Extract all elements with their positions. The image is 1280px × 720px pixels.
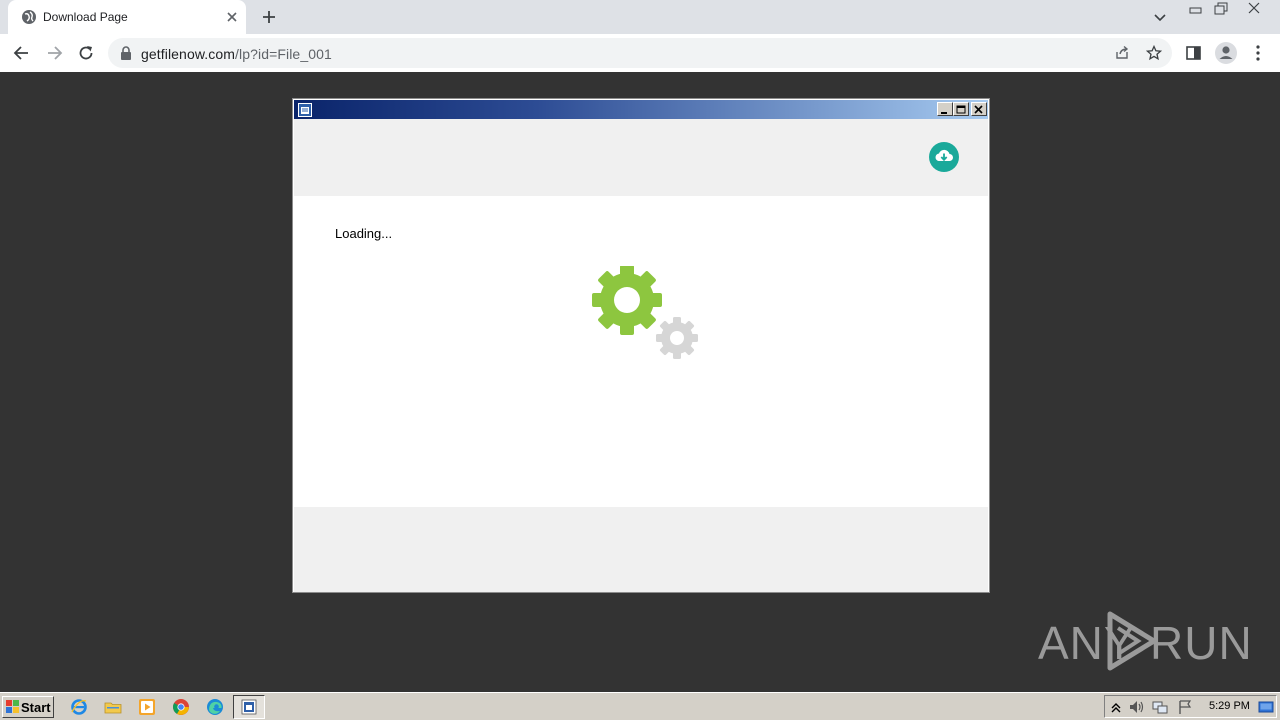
url-text[interactable]: getfilenow.com/lp?id=File_001: [141, 46, 332, 62]
network-icon[interactable]: [1152, 699, 1168, 715]
action-center-flag-icon[interactable]: [1177, 699, 1193, 715]
window-close-button[interactable]: [971, 102, 987, 116]
forward-arrow-icon[interactable]: [44, 43, 64, 63]
new-tab-icon[interactable]: [260, 8, 278, 26]
loading-status-text: Loading...: [335, 226, 393, 241]
edge-icon[interactable]: [206, 698, 224, 716]
url-path: /lp?id=File_001: [235, 46, 332, 62]
window-minimize-button[interactable]: [937, 102, 953, 116]
browser-tab-active[interactable]: Download Page: [8, 0, 246, 34]
browser-toolbar: getfilenow.com/lp?id=File_001: [0, 34, 1280, 73]
more-menu-icon[interactable]: [1248, 43, 1268, 63]
tab-title: Download Page: [43, 10, 128, 24]
url-domain: getfilenow.com: [141, 46, 236, 62]
installer-window: Loading...: [292, 98, 990, 593]
reload-icon[interactable]: [76, 43, 96, 63]
window-titlebar[interactable]: [294, 100, 988, 119]
watermark-text-right: RUN: [1150, 617, 1253, 669]
window-close-icon[interactable]: [1243, 1, 1265, 17]
app-installer-icon: [241, 699, 257, 715]
side-panel-icon[interactable]: [1184, 43, 1204, 63]
internet-explorer-icon[interactable]: [70, 698, 88, 716]
window-maximize-button[interactable]: [953, 102, 969, 116]
minimize-icon[interactable]: [1184, 1, 1206, 17]
chrome-icon[interactable]: [172, 698, 190, 716]
windows-logo-icon: [6, 700, 19, 713]
close-icon: [974, 105, 983, 114]
close-icon[interactable]: [224, 9, 240, 25]
show-hidden-icons-icon[interactable]: [1108, 699, 1124, 715]
app-installer-icon: [298, 103, 312, 117]
loading-gears-icon: [592, 266, 698, 359]
restore-icon[interactable]: [1209, 1, 1231, 17]
star-icon[interactable]: [1146, 45, 1162, 61]
globe-icon: [22, 10, 36, 24]
lock-icon[interactable]: [120, 46, 132, 60]
anyrun-watermark: ANY RUN: [1038, 610, 1252, 672]
start-button[interactable]: Start: [2, 696, 54, 718]
chevron-down-icon[interactable]: [1152, 9, 1168, 25]
media-player-icon[interactable]: [138, 698, 156, 716]
share-icon[interactable]: [1114, 45, 1130, 61]
file-explorer-icon[interactable]: [104, 698, 122, 716]
maximize-icon: [956, 105, 966, 114]
start-label: Start: [21, 700, 51, 715]
taskbar-installer-button[interactable]: [233, 695, 265, 719]
window-content: Loading...: [294, 196, 988, 507]
address-bar[interactable]: getfilenow.com/lp?id=File_001: [108, 38, 1172, 68]
profile-avatar-icon[interactable]: [1214, 41, 1238, 65]
window-footer: [294, 507, 988, 592]
browser-tabstrip: Download Page: [0, 0, 1280, 34]
show-desktop-icon[interactable]: [1258, 699, 1274, 715]
back-arrow-icon[interactable]: [12, 43, 32, 63]
minimize-icon: [941, 112, 947, 114]
volume-icon[interactable]: [1128, 699, 1144, 715]
window-header: [294, 119, 988, 196]
windows-taskbar: Start 5:29 PM: [0, 692, 1280, 720]
cloud-download-icon[interactable]: [929, 142, 959, 172]
taskbar-clock[interactable]: 5:29 PM: [1209, 700, 1250, 712]
system-tray: 5:29 PM: [1104, 695, 1277, 718]
